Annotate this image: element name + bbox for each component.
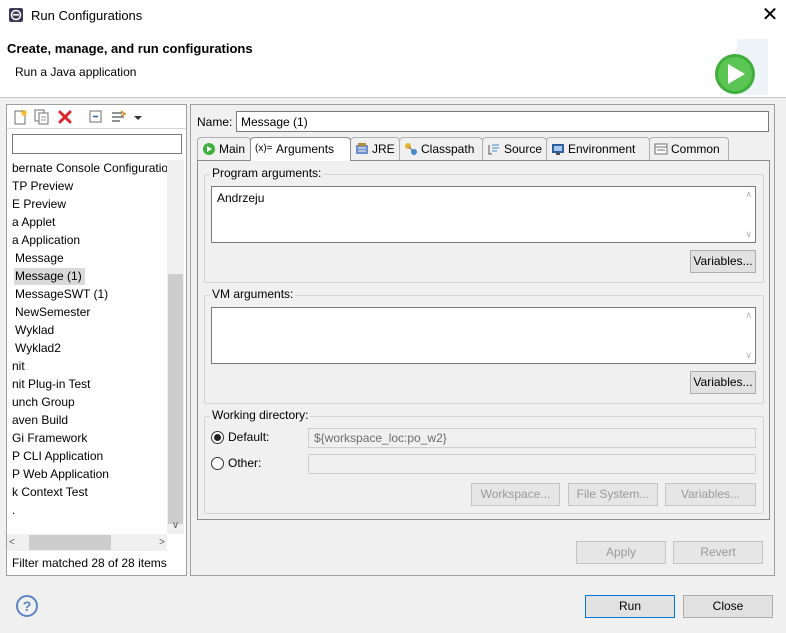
run-launch-icon	[715, 39, 768, 95]
configuration-name-input[interactable]	[236, 111, 769, 132]
tab-label: Source	[504, 142, 543, 156]
program-arguments-label: Program arguments:	[210, 166, 324, 180]
tree-item[interactable]: bernate Console Configuratio	[11, 160, 167, 177]
tab-environment[interactable]: Environment	[546, 137, 650, 160]
tree-horizontal-scrollbar[interactable]: < >	[7, 534, 167, 551]
tree-item[interactable]: MessageSWT (1)	[14, 286, 111, 303]
tab-label: Classpath	[421, 142, 475, 156]
other-radio[interactable]	[211, 457, 224, 470]
tab-main[interactable]: Main	[197, 137, 251, 160]
tree-item[interactable]: E Preview	[11, 196, 69, 213]
title-bar: Run Configurations ✕	[0, 0, 786, 31]
configuration-tabs: Main (x)= Arguments JRE Classpath Source…	[197, 137, 770, 161]
scroll-down-arrow-icon[interactable]: ∨	[745, 229, 752, 240]
default-radio[interactable]	[211, 431, 224, 444]
scroll-down-arrow-icon[interactable]: ∨	[745, 350, 752, 361]
close-window-button[interactable]: ✕	[761, 4, 779, 26]
tree-item[interactable]: Message	[14, 250, 67, 267]
tab-source[interactable]: Source	[482, 137, 547, 160]
filter-input[interactable]	[12, 134, 182, 154]
tab-common[interactable]: Common	[649, 137, 729, 160]
tab-classpath[interactable]: Classpath	[399, 137, 483, 160]
arguments-tab-content: Program arguments: Andrzeju ∧ ∨ Variable…	[197, 160, 770, 520]
file-system-button[interactable]: File System...	[568, 483, 658, 506]
tab-label: JRE	[372, 142, 395, 156]
tree-item[interactable]: Wyklad	[14, 322, 57, 339]
tree-vertical-scrollbar[interactable]: ∨	[167, 160, 184, 534]
tree-item[interactable]: nit	[11, 358, 28, 375]
header-banner: Create, manage, and run configurations R…	[0, 31, 786, 98]
tree-item[interactable]: TP Preview	[11, 178, 76, 195]
banner-heading: Create, manage, and run configurations	[7, 41, 253, 56]
tab-label: Environment	[568, 142, 636, 156]
scroll-right-arrow-icon[interactable]: >	[151, 534, 165, 551]
run-button[interactable]: Run	[585, 595, 675, 618]
eclipse-app-icon	[9, 8, 23, 22]
tree-item-selected[interactable]: Message (1)	[14, 268, 85, 285]
tree-item[interactable]: nit Plug-in Test	[11, 376, 94, 393]
revert-button[interactable]: Revert	[673, 541, 763, 564]
default-directory-field: ${workspace_loc:po_w2}	[308, 428, 756, 448]
environment-tab-icon	[552, 144, 564, 155]
configuration-list-panel: bernate Console Configuratio TP Preview …	[6, 104, 187, 576]
other-radio-label[interactable]: Other:	[228, 456, 261, 470]
tree-item[interactable]: a Application	[11, 232, 83, 249]
tab-label: Common	[671, 142, 720, 156]
workspace-button[interactable]: Workspace...	[471, 483, 560, 506]
default-radio-label[interactable]: Default:	[228, 430, 269, 444]
duplicate-icon[interactable]	[33, 108, 51, 126]
tree-item[interactable]: P CLI Application	[11, 448, 106, 465]
tree-item[interactable]: Wyklad2	[14, 340, 64, 357]
jre-tab-icon	[356, 143, 368, 154]
scroll-up-arrow-icon[interactable]: ∧	[745, 189, 752, 200]
tab-label: Main	[219, 142, 246, 156]
working-dir-variables-button[interactable]: Variables...	[665, 483, 756, 506]
help-icon[interactable]: ?	[16, 595, 38, 617]
configuration-editor-panel: Name: Main (x)= Arguments JRE Classpath …	[190, 104, 775, 576]
common-tab-icon	[654, 143, 668, 155]
name-label: Name:	[197, 115, 233, 129]
scroll-left-arrow-icon[interactable]: <	[9, 534, 23, 551]
program-arguments-textarea[interactable]: Andrzeju ∧ ∨	[211, 186, 756, 243]
tab-arguments[interactable]: (x)= Arguments	[250, 137, 351, 161]
scroll-down-arrow-icon[interactable]: ∨	[167, 518, 184, 534]
tab-jre[interactable]: JRE	[350, 137, 400, 160]
banner-subtitle: Run a Java application	[15, 65, 137, 79]
horizontal-scroll-thumb[interactable]	[29, 535, 111, 550]
classpath-tab-icon	[405, 143, 417, 155]
program-arguments-value: Andrzeju	[217, 191, 265, 205]
tree-item[interactable]: .	[11, 502, 18, 519]
tree-item[interactable]: k Context Test	[11, 484, 91, 501]
apply-button[interactable]: Apply	[576, 541, 666, 564]
working-directory-label: Working directory:	[210, 408, 311, 422]
arguments-tab-icon: (x)=	[255, 143, 273, 154]
main-tab-icon	[203, 143, 215, 155]
close-button[interactable]: Close	[683, 595, 773, 618]
tree-item[interactable]: unch Group	[11, 394, 78, 411]
program-variables-button[interactable]: Variables...	[690, 250, 756, 273]
source-tab-icon	[488, 144, 499, 155]
tree-item[interactable]: P Web Application	[11, 466, 112, 483]
filter-icon[interactable]	[110, 108, 128, 126]
new-configuration-icon[interactable]	[12, 108, 30, 126]
view-menu-icon[interactable]	[132, 108, 144, 126]
vm-arguments-textarea[interactable]: ∧ ∨	[211, 307, 756, 364]
tree-item[interactable]: a Applet	[11, 214, 58, 231]
tree-item[interactable]: NewSemester	[14, 304, 93, 321]
tree-item[interactable]: aven Build	[11, 412, 71, 429]
scroll-up-arrow-icon[interactable]: ∧	[745, 310, 752, 321]
tree-item[interactable]: Gi Framework	[11, 430, 90, 447]
collapse-all-icon[interactable]	[87, 108, 105, 126]
vm-arguments-label: VM arguments:	[210, 287, 296, 301]
list-toolbar	[7, 105, 186, 129]
configuration-tree: bernate Console Configuratio TP Preview …	[7, 160, 167, 560]
radio-selected-dot	[214, 434, 221, 441]
window-title: Run Configurations	[31, 8, 143, 23]
vertical-scroll-thumb[interactable]	[168, 274, 183, 524]
filter-status-text: Filter matched 28 of 28 items	[12, 556, 167, 570]
other-directory-field	[308, 454, 756, 474]
delete-icon[interactable]	[56, 108, 74, 126]
vm-variables-button[interactable]: Variables...	[690, 371, 756, 394]
tab-label: Arguments	[276, 142, 335, 156]
